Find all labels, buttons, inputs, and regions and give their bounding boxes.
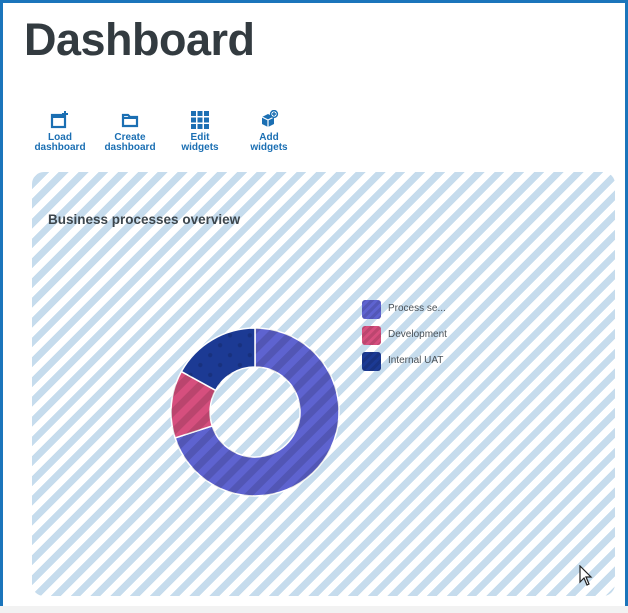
frame-bottom-edge xyxy=(0,606,628,613)
donut-chart xyxy=(170,327,340,497)
page-title: Dashboard xyxy=(24,14,255,65)
add-widget-icon xyxy=(261,110,279,127)
legend-label-internal-uat: Internal UAT xyxy=(388,355,444,366)
legend-swatch-internal-uat xyxy=(362,352,381,371)
load-dashboard-button[interactable]: Load dashboard xyxy=(25,110,95,153)
create-dashboard-button[interactable]: Create dashboard xyxy=(95,110,165,153)
mouse-cursor-icon xyxy=(579,565,593,586)
folder-icon xyxy=(121,113,139,128)
legend-swatch-process xyxy=(362,300,381,319)
add-widgets-label: Add widgets xyxy=(250,132,288,153)
add-widgets-button[interactable]: Add widgets xyxy=(234,110,304,153)
edit-widgets-button[interactable]: Edit widgets xyxy=(165,110,235,153)
create-dashboard-label: Create dashboard xyxy=(104,132,156,153)
edit-widgets-label: Edit widgets xyxy=(181,132,219,153)
load-dashboard-icon xyxy=(50,111,68,129)
grid-icon xyxy=(191,111,209,129)
legend-label-process: Process se... xyxy=(388,303,446,314)
legend-label-development: Development xyxy=(388,329,447,340)
legend-swatch-development xyxy=(362,326,381,345)
business-processes-widget[interactable]: Business processes overview Process se..… xyxy=(32,172,615,596)
load-dashboard-label: Load dashboard xyxy=(34,132,86,153)
